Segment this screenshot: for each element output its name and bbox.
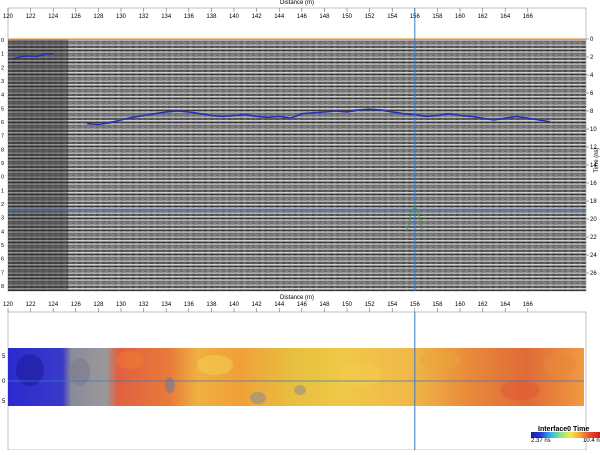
- top-x-tick-label: 132: [139, 14, 150, 20]
- radargram-noise: [8, 39, 586, 291]
- bottom-x-tick-label: 164: [500, 302, 511, 308]
- top-x-tick-label: 158: [432, 14, 443, 20]
- bottom-x-tick-label: 128: [93, 302, 104, 308]
- right-tick-label: 26: [590, 271, 597, 277]
- right-tick-label: 24: [590, 253, 597, 259]
- bottom-x-tick-label: 130: [116, 302, 127, 308]
- bottom-x-tick-label: 160: [455, 302, 466, 308]
- bottom-x-tick-label: 166: [523, 302, 534, 308]
- right-tick-label: 6: [590, 91, 594, 97]
- bottom-x-tick-label: 152: [365, 302, 376, 308]
- bottom-x-axis-title: Distance (m): [280, 295, 314, 301]
- left-tick-label: 8: [1, 147, 4, 153]
- left-tick-label: 2: [1, 202, 4, 208]
- gpr-plots: 120 122 124 126 128 130 132 134 136 138 140 142 144 1…: [1, 0, 600, 451]
- top-x-tick-label: 126: [71, 14, 82, 20]
- bottom-x-tick-label: 136: [184, 302, 195, 308]
- right-tick-label: 20: [590, 217, 597, 223]
- bottom-left-tick-label: 0: [2, 379, 6, 385]
- left-tick-label: 1: [1, 52, 4, 58]
- left-tick-label: 3: [1, 216, 4, 222]
- bottom-x-tick-label: 156: [410, 302, 421, 308]
- top-x-tick-label: 134: [161, 14, 172, 20]
- top-x-tick-label: 124: [48, 14, 59, 20]
- right-tick-label: 2: [590, 55, 594, 61]
- gpr-viewer: 120 122 124 126 128 130 132 134 136 138 140 142 144 1…: [0, 0, 600, 451]
- right-tick-label: 16: [590, 181, 597, 187]
- top-x-tick-label: 130: [116, 14, 127, 20]
- legend-max-label: 10.4 ns: [583, 438, 600, 444]
- bottom-left-axis: 5 0 5: [2, 354, 6, 405]
- top-x-tick-label: 120: [3, 14, 14, 20]
- right-tick-label: 22: [590, 235, 597, 241]
- bottom-x-tick-label: 148: [319, 302, 330, 308]
- left-tick-label: 7: [1, 270, 4, 276]
- top-x-tick-label: 138: [206, 14, 217, 20]
- left-tick-label: 1: [1, 188, 4, 194]
- bottom-x-axis: 120 122 124 126 128 130 132 134 136 138 140 142 144 1…: [3, 302, 533, 312]
- left-tick-label: 9: [1, 161, 4, 167]
- top-x-tick-label: 144: [274, 14, 285, 20]
- bottom-x-tick-label: 132: [139, 302, 150, 308]
- bottom-x-tick-label: 162: [478, 302, 489, 308]
- left-tick-label: 4: [1, 93, 4, 99]
- right-tick-label: 8: [590, 109, 594, 115]
- bottom-x-tick-label: 146: [297, 302, 308, 308]
- top-x-tick-label: 146: [297, 14, 308, 20]
- right-tick-label: 0: [590, 37, 594, 43]
- top-x-tick-label: 136: [184, 14, 195, 20]
- bottom-x-tick-label: 154: [387, 302, 398, 308]
- bottom-x-tick-label: 142: [252, 302, 263, 308]
- top-x-tick-label: 154: [387, 14, 398, 20]
- bottom-x-tick-label: 120: [3, 302, 14, 308]
- depth-slice-image[interactable]: [8, 348, 584, 406]
- bottom-x-tick-label: 122: [26, 302, 37, 308]
- left-tick-label: 2: [1, 65, 4, 71]
- left-tick-label: 7: [1, 134, 4, 140]
- top-x-tick-label: 164: [500, 14, 511, 20]
- top-x-tick-label: 148: [319, 14, 330, 20]
- bottom-x-tick-label: 138: [206, 302, 217, 308]
- top-x-tick-label: 140: [229, 14, 240, 20]
- left-tick-label: 0: [1, 38, 4, 44]
- bottom-x-tick-label: 150: [342, 302, 353, 308]
- top-x-tick-label: 160: [455, 14, 466, 20]
- right-tick-label: 4: [590, 73, 594, 79]
- top-x-axis-title: Distance (m): [280, 0, 314, 6]
- right-tick-label: 10: [590, 127, 597, 133]
- top-x-tick-label: 122: [26, 14, 37, 20]
- left-strong-reflection: [8, 39, 68, 291]
- bottom-x-tick-label: 134: [161, 302, 172, 308]
- right-tick-label: 18: [590, 199, 597, 205]
- bottom-x-tick-label: 144: [274, 302, 285, 308]
- left-tick-label: 5: [1, 106, 4, 112]
- legend-min-label: 2.37 ns: [531, 438, 551, 444]
- bottom-x-tick-label: 126: [71, 302, 82, 308]
- bottom-x-tick-label: 158: [432, 302, 443, 308]
- left-tick-label: 3: [1, 79, 4, 85]
- left-tick-label: 4: [1, 229, 4, 235]
- left-tick-label: 5: [1, 243, 4, 249]
- left-depth-axis: 0 1 2 3 4 5 6 7 8 9 0 1 2 3 4 5 6 7 8: [1, 38, 4, 290]
- top-x-tick-label: 142: [252, 14, 263, 20]
- bottom-x-tick-label: 124: [48, 302, 59, 308]
- top-x-tick-label: 166: [523, 14, 534, 20]
- left-tick-label: 8: [1, 284, 4, 290]
- right-axis-title: Time (ns): [594, 147, 600, 172]
- left-tick-label: 6: [1, 120, 4, 126]
- top-x-tick-label: 128: [93, 14, 104, 20]
- bottom-left-tick-label: 5: [2, 354, 6, 360]
- bottom-left-tick-label: 5: [2, 399, 6, 405]
- top-x-tick-label: 162: [478, 14, 489, 20]
- top-x-tick-label: 152: [365, 14, 376, 20]
- bottom-x-tick-label: 140: [229, 302, 240, 308]
- left-tick-label: 0: [1, 175, 4, 181]
- top-x-tick-label: 150: [342, 14, 353, 20]
- left-tick-label: 6: [1, 257, 4, 263]
